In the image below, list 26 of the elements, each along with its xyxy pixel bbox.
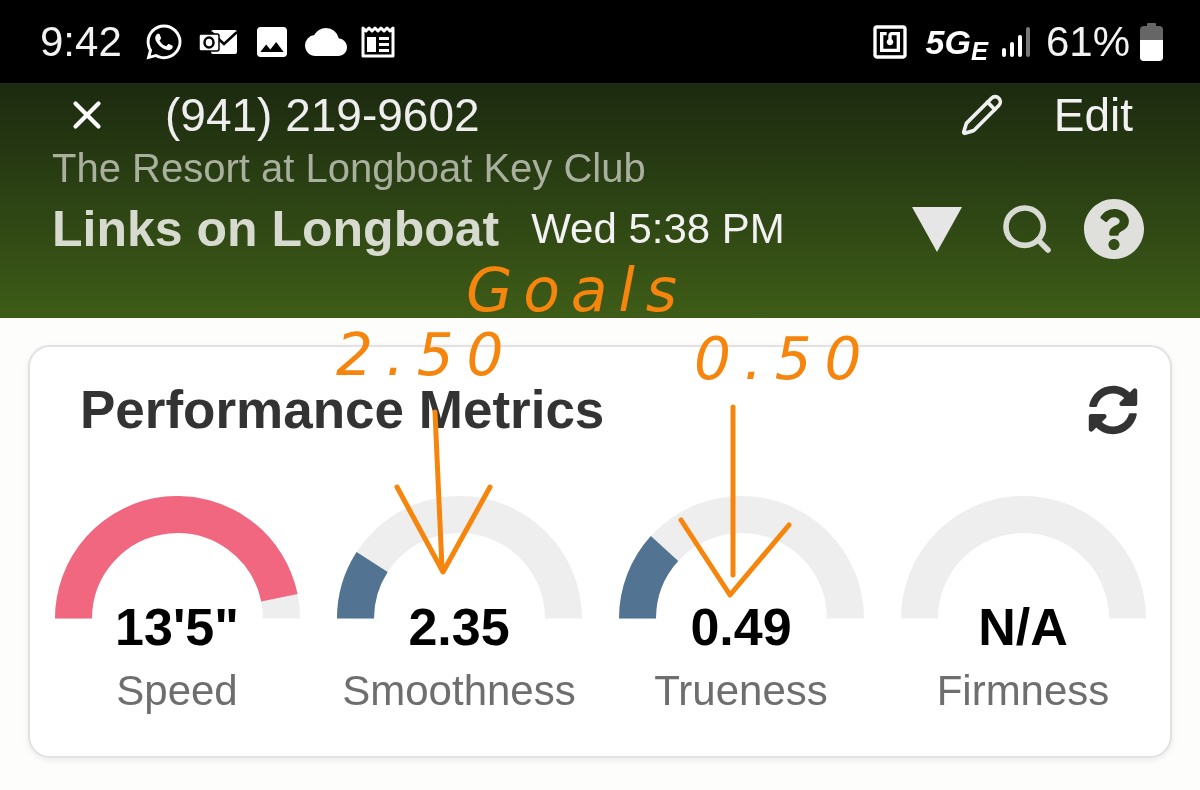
clock-time: 9:42	[40, 20, 122, 63]
gauge-label: Trueness	[654, 670, 828, 712]
handwritten-note: 2.50	[336, 326, 517, 384]
call-time: Wed 5:38 PM	[531, 208, 785, 250]
header-title: Links on Longboat	[52, 204, 500, 254]
news-icon	[359, 24, 396, 59]
refresh-icon[interactable]	[1088, 384, 1138, 435]
battery-percent: 61%	[1045, 20, 1130, 63]
gauge-label: Smoothness	[342, 670, 576, 712]
gauge-value: N/A	[978, 601, 1068, 653]
gauge-label: Speed	[116, 670, 238, 712]
edit-button[interactable]: Edit	[1053, 92, 1133, 138]
gauge-value: 2.35	[408, 601, 510, 653]
gauge-label: Firmness	[936, 670, 1110, 712]
battery-icon	[1140, 22, 1163, 61]
network-type: 5G$_{E}$	[925, 24, 988, 59]
help-icon[interactable]	[1083, 198, 1145, 260]
gauge-value: 13'5"	[115, 601, 239, 653]
pencil-icon[interactable]	[959, 93, 1004, 137]
caret-icon[interactable]	[912, 206, 962, 252]
gauge-value: 0.49	[690, 601, 792, 653]
card-title: Performance Metrics	[80, 383, 605, 436]
header-subtitle: The Resort at Longboat Key Club	[52, 148, 647, 188]
handwritten-note: 0.50	[694, 330, 875, 388]
signal-icon	[1001, 25, 1032, 58]
handwritten-note: Goals	[466, 260, 688, 320]
